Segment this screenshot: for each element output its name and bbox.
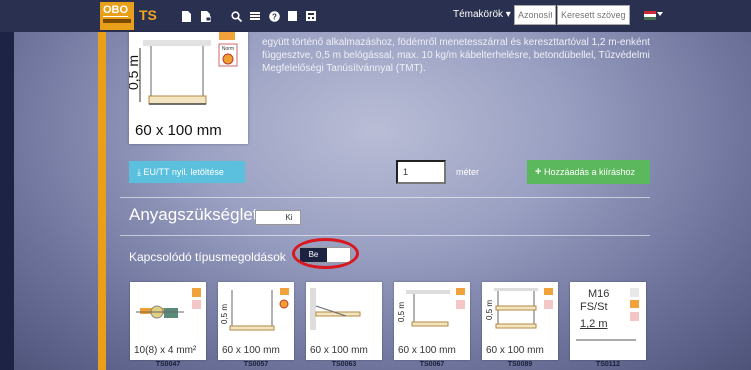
search-icon[interactable]: [230, 10, 242, 22]
item-label: 60 x 100 mm: [310, 345, 368, 356]
divider: [120, 235, 650, 236]
highlight-ring: [292, 238, 359, 269]
hungarian-flag-icon[interactable]: [644, 11, 656, 20]
id-search-input[interactable]: [514, 5, 556, 25]
svg-text:0,5 m: 0,5 m: [220, 304, 229, 324]
related-item-ts0089[interactable]: 0,5 m 60 x 100 mm: [482, 282, 558, 360]
product-description: együtt történő alkalmazáshoz, födémről m…: [262, 37, 650, 74]
download-label: EU/TT nyil. letöltése: [143, 167, 224, 177]
logo-text: OBO: [103, 4, 129, 17]
toggle-knob: [256, 211, 276, 224]
svg-text:0,5 m: 0,5 m: [485, 300, 494, 320]
left-edge-strip: [0, 0, 14, 370]
item-code[interactable]: TS0063: [306, 361, 382, 368]
wall-bracket-drawing-icon: [310, 288, 361, 330]
download-icon: ⤓: [137, 167, 141, 177]
item-label: 60 x 100 mm: [398, 345, 456, 356]
quantity-unit: méter: [456, 167, 480, 177]
bookmark-icon[interactable]: [286, 10, 298, 22]
list-icon[interactable]: [249, 10, 261, 22]
related-item-ts0047[interactable]: 10(8) x 4 mm²: [130, 282, 206, 360]
language-caret-icon[interactable]: [657, 12, 663, 16]
related-title: Kapcsolódó típusmegoldások: [129, 250, 286, 264]
item-code[interactable]: TS0067: [394, 361, 470, 368]
item-code[interactable]: TS0057: [218, 361, 294, 368]
item-code[interactable]: TS0112: [570, 361, 646, 368]
add-to-specification-button[interactable]: + Hozzáadás a kiíráshoz: [527, 160, 650, 184]
svg-text:0,5 m: 0,5 m: [397, 302, 406, 322]
document-pdf-icon[interactable]: [200, 10, 212, 22]
material-title: Anyagszükséglet: [129, 205, 258, 224]
related-item-ts0112[interactable]: M16 FS/St 1,2 m: [570, 282, 646, 360]
related-item-ts0057[interactable]: 0,5 m 60 x 100 mm: [218, 282, 294, 360]
norm-badge-label: Norm: [222, 46, 234, 52]
topics-label: Témakörök: [453, 9, 504, 20]
logo-subline: [103, 19, 131, 23]
quantity-input[interactable]: [396, 160, 446, 184]
material-toggle-label: Ki: [285, 213, 293, 222]
image-dimension-label: 60 x 100 mm: [135, 122, 222, 139]
brand-ts[interactable]: TS: [139, 7, 157, 23]
help-icon[interactable]: ?: [268, 10, 280, 22]
double-tray-drawing-icon: 0,5 m: [485, 288, 553, 329]
item-code[interactable]: TS0089: [482, 361, 558, 368]
plus-icon: +: [535, 166, 542, 178]
related-item-ts0063[interactable]: 60 x 100 mm: [306, 282, 382, 360]
material-toggle[interactable]: Ki: [255, 210, 301, 225]
download-certificate-button[interactable]: ⤓ EU/TT nyil. letöltése: [129, 161, 245, 183]
chevron-down-icon: ▾: [505, 9, 511, 20]
badges-icon: [576, 288, 639, 341]
tray-drawing-icon: 0,5 m: [220, 288, 289, 331]
related-item-ts0067[interactable]: 0,5 m 60 x 100 mm: [394, 282, 470, 360]
svg-text:?: ?: [272, 12, 277, 21]
divider: [120, 197, 650, 198]
document-icon[interactable]: [180, 10, 192, 22]
orange-accent-bar: [98, 0, 106, 370]
add-label: Hozzáadás a kiíráshoz: [543, 167, 635, 177]
topics-dropdown[interactable]: Témakörök ▾: [453, 9, 511, 20]
item-label: 10(8) x 4 mm²: [134, 345, 197, 356]
tray-drawing-icon: 0,5 m: [397, 288, 465, 327]
text-search-input[interactable]: [557, 5, 630, 25]
top-navbar: OBO TS ? Témakörök ▾: [0, 0, 751, 32]
item-code[interactable]: TS0047: [130, 361, 206, 368]
cable-tray-drawing: 0,5 m Norm 60 x 100 mm: [125, 32, 248, 144]
item-label: 60 x 100 mm: [486, 345, 544, 356]
calculator-icon[interactable]: [305, 10, 317, 22]
obo-logo[interactable]: OBO: [100, 2, 134, 30]
fixing-drawing-icon: [136, 288, 201, 319]
item-label: 60 x 100 mm: [222, 345, 280, 356]
product-image: 0,5 m Norm 60 x 100 mm: [125, 32, 248, 144]
height-dim-label: 0,5 m: [129, 55, 141, 90]
